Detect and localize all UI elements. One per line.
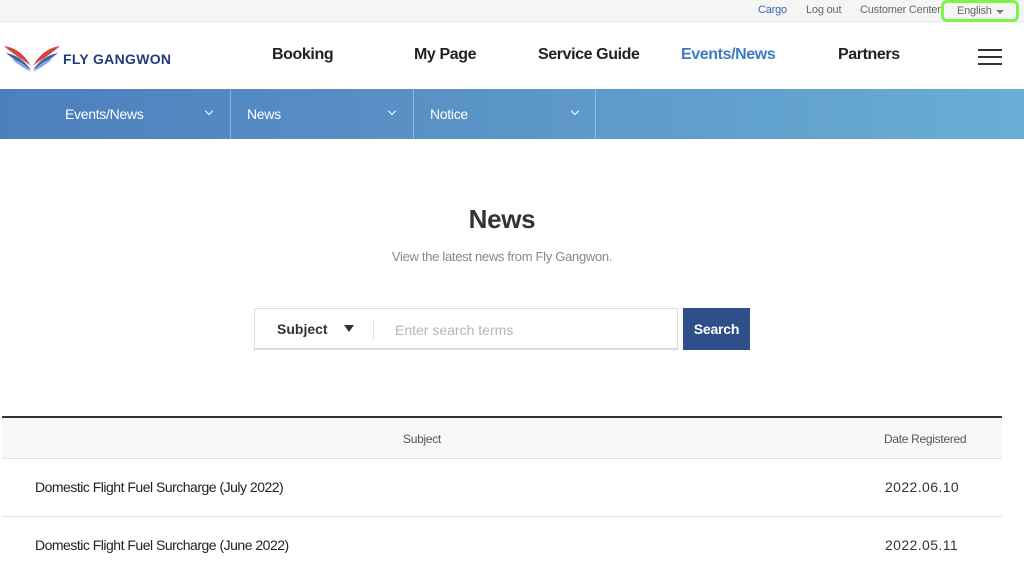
page-subtitle: View the latest news from Fly Gangwon. [391,249,613,264]
subnav-label: News [247,106,281,122]
caret-down-icon [344,325,354,332]
subnav-notice[interactable]: Notice [414,89,596,139]
main-header: FLY GANGWON Booking My Page Service Guid… [0,22,1024,89]
subnav-news[interactable]: News [231,89,414,139]
site-logo[interactable]: FLY GANGWON [2,40,182,74]
chevron-down-icon [387,106,397,116]
row-date: 2022.06.10 [885,479,960,495]
nav-booking[interactable]: Booking [272,46,334,64]
caret-down-icon [996,10,1004,14]
logout-link[interactable]: Log out [806,4,842,16]
table-row[interactable]: Domestic Flight Fuel Surcharge (June 202… [2,517,1002,572]
subnav-label: Notice [430,106,468,122]
table-row[interactable]: Domestic Flight Fuel Surcharge (July 202… [2,459,1002,517]
search-field-label: Subject [277,321,328,337]
nav-service-guide[interactable]: Service Guide [538,46,640,64]
row-subject-link[interactable]: Domestic Flight Fuel Surcharge (June 202… [35,537,289,553]
table-header: Subject Date Registered [2,416,1002,459]
search-field-select[interactable]: Subject [255,309,373,349]
search-input[interactable] [383,315,669,345]
subnav-events-news[interactable]: Events/News [0,89,231,139]
customer-center-link[interactable]: Customer Center [860,4,941,16]
chevron-down-icon [204,106,214,116]
chevron-down-icon [570,106,580,116]
nav-partners[interactable]: Partners [838,46,900,64]
nav-events-news[interactable]: Events/News [681,46,776,64]
logo-text: FLY GANGWON [63,51,172,67]
cargo-link[interactable]: Cargo [758,4,787,16]
page-title: News [468,204,536,234]
wings-logo-icon [4,46,60,72]
subnav-label: Events/News [65,106,144,122]
hamburger-menu-icon[interactable] [978,49,1002,65]
language-select[interactable]: English [941,0,1019,22]
column-header-subject: Subject [403,432,441,446]
utility-bar: Cargo Log out Customer Center English [0,0,1024,22]
language-label: English [957,5,992,17]
search-button[interactable]: Search [683,308,750,350]
sub-navigation: Events/News News Notice [0,89,1024,139]
row-subject-link[interactable]: Domestic Flight Fuel Surcharge (July 202… [35,479,284,495]
news-table: Subject Date Registered Domestic Flight … [2,416,1002,572]
nav-my-page[interactable]: My Page [414,46,477,64]
column-header-date: Date Registered [884,432,967,446]
search-box: Subject [254,308,678,350]
divider [373,320,374,340]
row-date: 2022.05.11 [885,537,959,553]
